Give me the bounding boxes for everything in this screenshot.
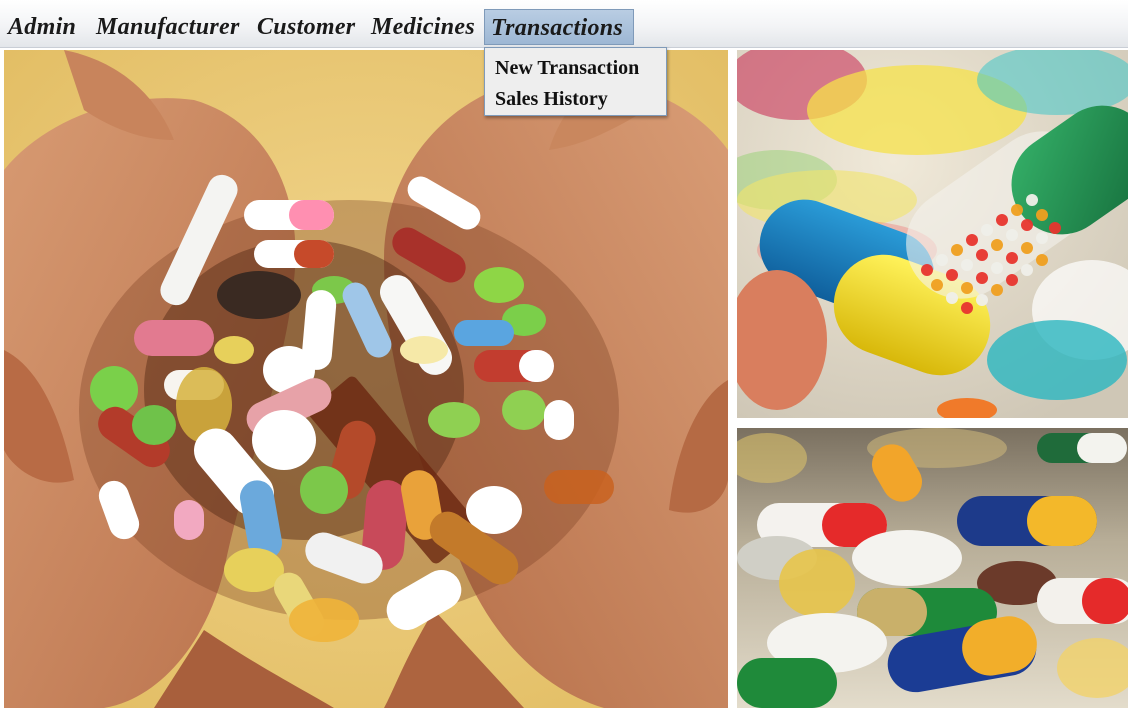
menu-customer[interactable]: Customer bbox=[251, 9, 361, 45]
menu-bar: Admin Manufacturer Customer Medicines Tr… bbox=[0, 0, 1128, 48]
menu-transactions[interactable]: Transactions bbox=[484, 9, 634, 45]
assorted-pills-photo bbox=[737, 428, 1128, 708]
menu-admin[interactable]: Admin bbox=[2, 9, 82, 45]
capsule-closeup-photo bbox=[737, 50, 1128, 418]
menu-medicines[interactable]: Medicines bbox=[365, 9, 481, 45]
hands-holding-pills-photo bbox=[4, 50, 728, 708]
transactions-dropdown-menu: New Transaction Sales History bbox=[484, 47, 667, 116]
menu-item-sales-history[interactable]: Sales History bbox=[495, 88, 608, 111]
menu-manufacturer[interactable]: Manufacturer bbox=[90, 9, 246, 45]
menu-item-new-transaction[interactable]: New Transaction bbox=[495, 57, 639, 80]
